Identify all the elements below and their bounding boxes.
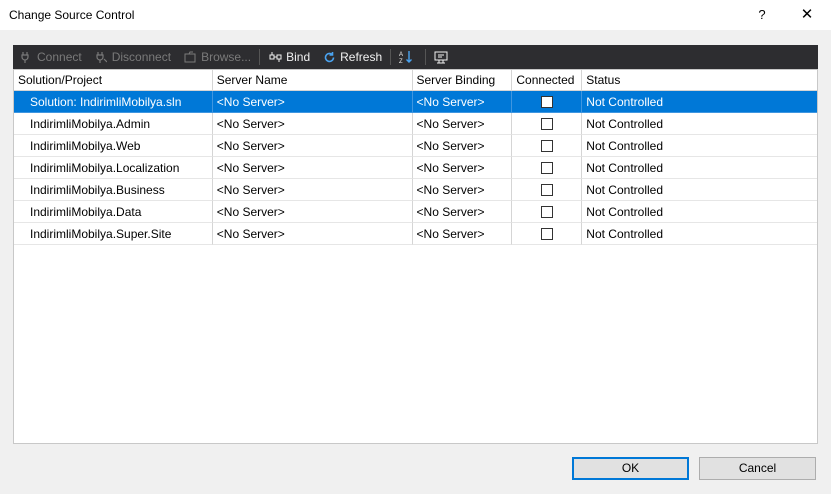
sort-az-icon: AZ [399, 50, 413, 64]
disconnect-label: Disconnect [111, 50, 172, 64]
table-row[interactable]: Solution: IndirimliMobilya.sln <No Serve… [14, 91, 817, 113]
status-cell: Not Controlled [582, 223, 817, 245]
ok-button[interactable]: OK [572, 457, 689, 480]
connected-checkbox[interactable] [540, 139, 553, 152]
column-header-server-binding[interactable]: Server Binding [413, 70, 513, 90]
project-cell: IndirimliMobilya.Localization [14, 157, 213, 179]
server-binding-cell: <No Server> [412, 201, 513, 223]
project-cell: IndirimliMobilya.Business [14, 179, 213, 201]
column-header-connected[interactable]: Connected [512, 70, 583, 90]
projects-grid[interactable]: Solution/Project Server Name Server Bind… [13, 69, 818, 444]
plug-icon [19, 50, 33, 64]
connected-cell [512, 91, 583, 113]
column-header-status[interactable]: Status [582, 70, 817, 90]
connected-cell [512, 179, 583, 201]
refresh-icon [322, 50, 336, 64]
server-binding-cell: <No Server> [412, 113, 513, 135]
connect-label: Connect [37, 50, 82, 64]
server-name-cell: <No Server> [212, 113, 413, 135]
connected-checkbox[interactable] [540, 95, 553, 108]
status-cell: Not Controlled [582, 179, 817, 201]
browse-icon [183, 50, 197, 64]
connected-cell [512, 113, 583, 135]
column-header-server-name[interactable]: Server Name [213, 70, 413, 90]
refresh-button[interactable]: Refresh [316, 45, 388, 69]
server-binding-cell: <No Server> [412, 135, 513, 157]
table-row[interactable]: IndirimliMobilya.Data <No Server> <No Se… [14, 201, 817, 223]
project-cell: IndirimliMobilya.Web [14, 135, 213, 157]
server-name-cell: <No Server> [212, 91, 413, 113]
connected-cell [512, 135, 583, 157]
server-name-cell: <No Server> [212, 223, 413, 245]
server-binding-cell: <No Server> [412, 91, 513, 113]
title-bar: Change Source Control ? ✕ [0, 0, 831, 30]
server-name-cell: <No Server> [212, 201, 413, 223]
server-name-cell: <No Server> [212, 135, 413, 157]
connect-button[interactable]: Connect [13, 45, 88, 69]
toolbar-separator [259, 49, 261, 65]
cancel-button[interactable]: Cancel [699, 457, 816, 480]
connected-checkbox[interactable] [540, 161, 553, 174]
bind-button[interactable]: Bind [262, 45, 316, 69]
connected-checkbox[interactable] [540, 227, 553, 240]
table-row[interactable]: IndirimliMobilya.Localization <No Server… [14, 157, 817, 179]
bind-label: Bind [286, 50, 311, 64]
table-row[interactable]: IndirimliMobilya.Super.Site <No Server> … [14, 223, 817, 245]
server-name-cell: <No Server> [212, 157, 413, 179]
table-row[interactable]: IndirimliMobilya.Business <No Server> <N… [14, 179, 817, 201]
toolbar-separator [425, 49, 427, 65]
server-binding-cell: <No Server> [412, 179, 513, 201]
disconnect-button[interactable]: Disconnect [88, 45, 177, 69]
grid-rows: Solution: IndirimliMobilya.sln <No Serve… [14, 91, 817, 245]
browse-button[interactable]: Browse... [177, 45, 257, 69]
sort-button[interactable]: AZ [393, 45, 423, 69]
connected-cell [512, 157, 583, 179]
toolbar-separator [390, 49, 392, 65]
toolbar: Connect Disconnect Browse... Bind Refres… [13, 45, 818, 69]
svg-text:A: A [399, 52, 403, 58]
unplug-icon [94, 50, 108, 64]
properties-button[interactable] [428, 45, 458, 69]
table-row[interactable]: IndirimliMobilya.Web <No Server> <No Ser… [14, 135, 817, 157]
connected-checkbox[interactable] [540, 205, 553, 218]
connected-cell [512, 201, 583, 223]
status-cell: Not Controlled [582, 113, 817, 135]
browse-label: Browse... [201, 50, 252, 64]
server-binding-cell: <No Server> [412, 157, 513, 179]
properties-icon [434, 50, 448, 64]
bind-icon [268, 50, 282, 64]
project-cell: IndirimliMobilya.Admin [14, 113, 213, 135]
server-binding-cell: <No Server> [412, 223, 513, 245]
svg-text:Z: Z [399, 59, 403, 64]
connected-cell [512, 223, 583, 245]
column-header-solution-project[interactable]: Solution/Project [14, 70, 213, 90]
status-cell: Not Controlled [582, 201, 817, 223]
server-name-cell: <No Server> [212, 179, 413, 201]
close-button[interactable]: ✕ [793, 4, 821, 26]
project-cell: IndirimliMobilya.Data [14, 201, 213, 223]
window-title: Change Source Control [9, 8, 135, 22]
project-cell: Solution: IndirimliMobilya.sln [14, 91, 213, 113]
project-cell: IndirimliMobilya.Super.Site [14, 223, 213, 245]
status-cell: Not Controlled [582, 91, 817, 113]
grid-header: Solution/Project Server Name Server Bind… [14, 70, 817, 91]
help-button[interactable]: ? [748, 4, 776, 26]
connected-checkbox[interactable] [540, 117, 553, 130]
table-row[interactable]: IndirimliMobilya.Admin <No Server> <No S… [14, 113, 817, 135]
status-cell: Not Controlled [582, 157, 817, 179]
connected-checkbox[interactable] [540, 183, 553, 196]
refresh-label: Refresh [340, 50, 383, 64]
status-cell: Not Controlled [582, 135, 817, 157]
